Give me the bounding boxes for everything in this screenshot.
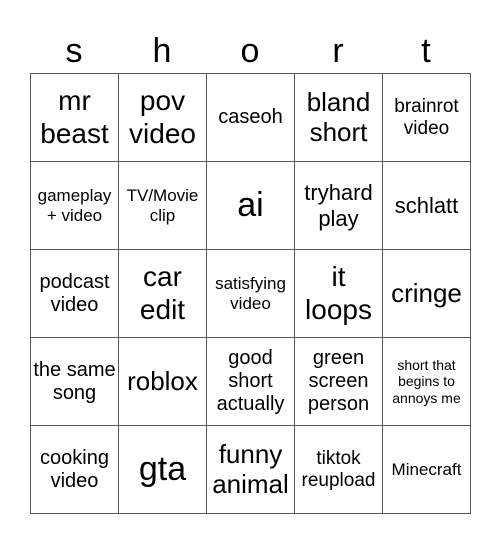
- bingo-cell[interactable]: caseoh: [206, 73, 295, 162]
- bingo-cell[interactable]: green screen person: [294, 337, 383, 426]
- header-letter: o: [240, 32, 260, 70]
- bingo-cell[interactable]: the same song: [30, 337, 119, 426]
- bingo-cell[interactable]: schlatt: [382, 161, 471, 250]
- bingo-cell[interactable]: podcast video: [30, 249, 119, 338]
- header-letter: h: [152, 32, 172, 70]
- bingo-cell[interactable]: gameplay + video: [30, 161, 119, 250]
- bingo-cell[interactable]: pov video: [118, 73, 207, 162]
- bingo-cell[interactable]: gta: [118, 425, 207, 514]
- header-letter: r: [332, 32, 344, 70]
- header-letter: t: [421, 32, 431, 70]
- bingo-cell[interactable]: good short actually: [206, 337, 295, 426]
- bingo-cell[interactable]: tiktok reupload: [294, 425, 383, 514]
- bingo-row: podcast video car edit satisfying video …: [30, 249, 471, 338]
- bingo-cell[interactable]: bland short: [294, 73, 383, 162]
- bingo-cell[interactable]: TV/Movie clip: [118, 161, 207, 250]
- bingo-header: s h o r t: [30, 30, 470, 73]
- bingo-cell[interactable]: roblox: [118, 337, 207, 426]
- bingo-cell[interactable]: ai: [206, 161, 295, 250]
- header-letter: s: [65, 32, 83, 70]
- bingo-cell[interactable]: satisfying video: [206, 249, 295, 338]
- bingo-cell[interactable]: car edit: [118, 249, 207, 338]
- bingo-cell[interactable]: it loops: [294, 249, 383, 338]
- bingo-cell[interactable]: cooking video: [30, 425, 119, 514]
- bingo-cell[interactable]: funny animal: [206, 425, 295, 514]
- bingo-cell[interactable]: tryhard play: [294, 161, 383, 250]
- bingo-cell[interactable]: short that begins to annoys me: [382, 337, 471, 426]
- bingo-row: mr beast pov video caseoh bland short br…: [30, 73, 471, 162]
- bingo-row: cooking video gta funny animal tiktok re…: [30, 425, 471, 514]
- bingo-grid: mr beast pov video caseoh bland short br…: [30, 73, 471, 514]
- bingo-cell[interactable]: mr beast: [30, 73, 119, 162]
- bingo-row: gameplay + video TV/Movie clip ai tryhar…: [30, 161, 471, 250]
- bingo-cell[interactable]: brainrot video: [382, 73, 471, 162]
- bingo-cell[interactable]: Minecraft: [382, 425, 471, 514]
- bingo-row: the same song roblox good short actually…: [30, 337, 471, 426]
- bingo-cell[interactable]: cringe: [382, 249, 471, 338]
